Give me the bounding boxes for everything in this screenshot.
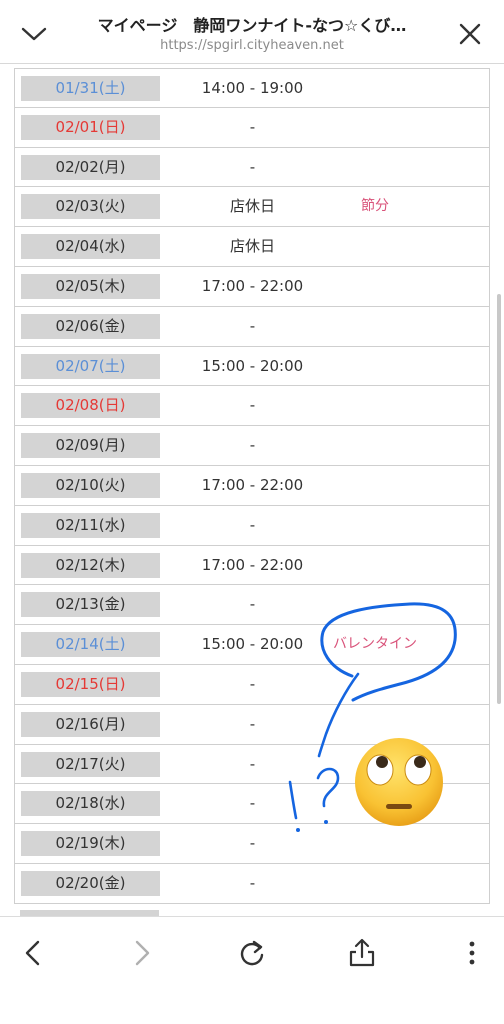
schedule-row: 02/18(水) - (15, 784, 489, 825)
browser-header: マイページ 静岡ワンナイト-なつ☆くび… https://spgirl.city… (0, 0, 504, 64)
schedule-row: 02/01(日) - (15, 108, 489, 148)
browser-toolbar (0, 916, 504, 1024)
schedule-date: 02/05(木) (21, 273, 160, 299)
schedule-row: 02/20(金) - (15, 864, 489, 904)
close-button[interactable] (448, 12, 492, 56)
schedule-time: - (249, 595, 256, 614)
schedule-time: - (249, 117, 256, 136)
schedule-table: 01/31(土) 14:00 - 19:00 02/01(日) -02/02(月) -0… (14, 68, 490, 904)
schedule-time: - (249, 834, 256, 853)
schedule-row: 02/09(月) - (15, 426, 489, 466)
schedule-row: 02/10(火) 17:00 - 22:00 (15, 466, 489, 506)
schedule-date: 02/08(日) (21, 393, 160, 419)
schedule-time: 17:00 - 22:00 (201, 276, 304, 295)
schedule-row: 01/31(土) 14:00 - 19:00 (15, 68, 489, 108)
schedule-time: - (249, 794, 256, 813)
schedule-date: 02/11(水) (21, 512, 160, 538)
back-button[interactable] (9, 929, 57, 977)
schedule-note: 節分 (361, 198, 389, 215)
forward-arrow-icon (135, 940, 150, 966)
schedule-row: 02/14(土) 15:00 - 20:00 バレンタイン (15, 625, 489, 665)
schedule-time: - (249, 436, 256, 455)
schedule-date: 02/14(土) (21, 632, 160, 658)
collapse-button[interactable] (12, 12, 56, 56)
schedule-time: 14:00 - 19:00 (201, 79, 304, 97)
more-vertical-icon (469, 941, 475, 965)
schedule-date: 02/01(日) (21, 114, 160, 140)
schedule-time: - (249, 714, 256, 733)
reload-icon (240, 940, 264, 966)
schedule-date: 02/06(金) (21, 313, 160, 339)
schedule-row: 02/19(木) - (15, 824, 489, 864)
share-button[interactable] (338, 929, 386, 977)
schedule-time: - (249, 873, 256, 892)
schedule-time: 17:00 - 22:00 (201, 475, 304, 494)
schedule-time: - (249, 157, 256, 176)
schedule-time: - (249, 754, 256, 773)
forward-button[interactable] (118, 929, 166, 977)
back-arrow-icon (25, 940, 40, 966)
page-url: https://spgirl.cityheaven.net (160, 38, 344, 53)
schedule-date: 02/18(水) (21, 791, 160, 817)
schedule-row: 02/07(土) 15:00 - 20:00 (15, 347, 489, 387)
schedule-time: - (249, 316, 256, 335)
schedule-date: 01/31(土) (21, 76, 160, 101)
schedule-row: 02/15(日) - (15, 665, 489, 705)
schedule-date: 02/13(金) (21, 592, 160, 618)
schedule-note: バレンタイン (333, 636, 417, 653)
schedule-time: 店休日 (229, 237, 275, 256)
schedule-row: 02/05(木) 17:00 - 22:00 (15, 267, 489, 307)
schedule-time: 15:00 - 20:00 (201, 635, 304, 654)
schedule-row: 02/16(月) - (15, 705, 489, 745)
more-button[interactable] (448, 929, 496, 977)
chevron-down-icon (21, 27, 47, 41)
schedule-time: - (249, 515, 256, 534)
schedule-time: 15:00 - 20:00 (201, 356, 304, 375)
schedule-time: 17:00 - 22:00 (201, 555, 304, 574)
share-icon (349, 938, 375, 967)
schedule-date: 02/15(日) (21, 671, 160, 697)
schedule-row: 02/08(日) - (15, 386, 489, 427)
schedule-date: 02/02(月) (21, 154, 160, 180)
schedule-date: 02/16(月) (21, 711, 160, 737)
schedule-row: 02/12(木) 17:00 - 22:00 (15, 546, 489, 586)
schedule-row: 02/11(水) - (15, 506, 489, 546)
page-title: マイページ 静岡ワンナイト-なつ☆くび… (97, 16, 407, 35)
browser-window: マイページ 静岡ワンナイト-なつ☆くび… https://spgirl.city… (0, 0, 504, 1024)
page-content[interactable]: 01/31(土) 14:00 - 19:00 02/01(日) -02/02(月) -0… (0, 64, 504, 916)
close-icon (459, 23, 481, 45)
schedule-date: 02/09(月) (21, 433, 160, 459)
schedule-row: 02/02(月) - (15, 148, 489, 188)
schedule-date: 02/04(水) (21, 234, 160, 260)
schedule-row: 02/06(金) - (15, 307, 489, 347)
schedule-date: 02/12(木) (21, 552, 160, 578)
schedule-row: 02/13(金) - (15, 585, 489, 626)
schedule-row: 02/17(火) - (15, 745, 489, 785)
schedule-date: 02/07(土) (21, 353, 160, 379)
schedule-time: 店休日 (229, 197, 275, 216)
scrollbar[interactable] (497, 294, 501, 704)
schedule-date: 02/10(火) (21, 472, 160, 498)
schedule-date: 02/20(金) (21, 870, 160, 896)
schedule-date: 02/19(木) (21, 831, 160, 857)
schedule-time: - (249, 674, 256, 693)
schedule-time: - (249, 396, 256, 415)
schedule-date: 02/03(火) (21, 194, 160, 220)
schedule-row: 02/03(火) 店休日 節分 (15, 187, 489, 228)
schedule-date: 02/17(火) (21, 751, 160, 777)
reload-button[interactable] (228, 929, 276, 977)
schedule-row: 02/04(水) 店休日 (15, 227, 489, 267)
